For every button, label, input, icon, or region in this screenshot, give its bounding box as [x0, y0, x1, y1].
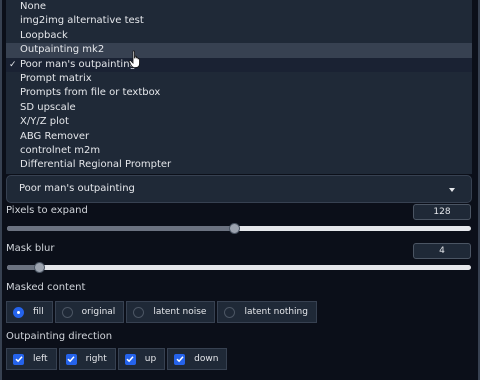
dropdown-item-poor-mans-outpainting[interactable]: ✓ Poor man's outpainting — [6, 57, 472, 72]
dropdown-item-none[interactable]: None — [6, 0, 472, 14]
checkmark-icon — [67, 356, 75, 363]
slider-thumb[interactable] — [229, 223, 240, 234]
dropdown-item-abg-remover[interactable]: ABG Remover — [6, 130, 472, 144]
checkbox-checked-icon[interactable] — [13, 353, 24, 365]
dropdown-item-controlnet-m2m[interactable]: controlnet m2m — [6, 144, 472, 158]
radio-latent-noise[interactable]: latent noise — [126, 301, 216, 323]
checkmark-icon — [126, 356, 134, 363]
radio-label: original — [81, 307, 116, 317]
slider-thumb[interactable] — [34, 262, 45, 273]
dropdown-item-sd-upscale[interactable]: SD upscale — [6, 101, 472, 115]
checkbox-label: right — [85, 354, 107, 364]
checkbox-label: down — [194, 354, 219, 364]
radio-selected-icon[interactable] — [13, 306, 24, 318]
dropdown-item-label: Loopback — [20, 29, 68, 41]
script-dropdown-list: None img2img alternative test Loopback O… — [6, 0, 472, 174]
mask-blur-label: Mask blur — [6, 243, 55, 254]
pixels-to-expand-input[interactable]: 128 — [413, 204, 471, 220]
dropdown-item-label: ABG Remover — [20, 130, 90, 142]
mask-blur-input[interactable]: 4 — [413, 243, 471, 259]
dropdown-item-label: controlnet m2m — [20, 144, 101, 156]
radio-label: fill — [33, 307, 44, 317]
outpainting-direction-checkbox-group: left right up down — [6, 348, 229, 370]
dropdown-item-label: img2img alternative test — [20, 15, 144, 27]
dropdown-item-label: SD upscale — [20, 101, 76, 113]
mask-blur-slider[interactable] — [7, 262, 471, 273]
dropdown-item-outpainting-mk2[interactable]: Outpainting mk2 — [6, 43, 472, 58]
script-select[interactable]: Poor man's outpainting — [6, 175, 472, 203]
checkmark-icon: ✓ — [9, 59, 17, 70]
dropdown-item-prompt-matrix[interactable]: Prompt matrix — [6, 72, 472, 86]
radio-unselected-icon[interactable] — [133, 306, 145, 318]
dropdown-item-label: Prompts from file or textbox — [20, 87, 161, 99]
hand-pointer-icon — [128, 50, 140, 68]
radio-latent-nothing[interactable]: latent nothing — [217, 301, 317, 323]
dropdown-item-differential-regional-prompter[interactable]: Differential Regional Prompter — [6, 158, 472, 172]
pixels-to-expand-slider[interactable] — [7, 223, 471, 234]
checkbox-checked-icon[interactable] — [65, 353, 77, 365]
dropdown-item-xyz-plot[interactable]: X/Y/Z plot — [6, 115, 472, 129]
radio-unselected-icon[interactable] — [224, 306, 236, 318]
left-border — [0, 0, 2, 380]
radio-original[interactable]: original — [54, 301, 125, 323]
checkbox-down[interactable]: down — [167, 348, 228, 370]
dropdown-item-label: Outpainting mk2 — [20, 44, 105, 56]
masked-content-label: Masked content — [6, 282, 86, 293]
checkbox-label: up — [144, 354, 157, 364]
dropdown-item-label: X/Y/Z plot — [20, 116, 69, 128]
dropdown-item-loopback[interactable]: Loopback — [6, 29, 472, 43]
checkbox-up[interactable]: up — [117, 348, 166, 370]
slider-fill — [7, 226, 234, 231]
dropdown-item-label: None — [20, 1, 47, 12]
checkbox-checked-icon[interactable] — [174, 353, 186, 365]
radio-label: latent nothing — [244, 307, 308, 317]
chevron-down-icon[interactable] — [449, 188, 455, 192]
dropdown-item-img2img-alternative-test[interactable]: img2img alternative test — [6, 14, 472, 28]
masked-content-radio-group: fill original latent noise latent nothin… — [6, 301, 319, 323]
dropdown-item-prompts-from-file[interactable]: Prompts from file or textbox — [6, 86, 472, 100]
dropdown-item-label: Poor man's outpainting — [20, 58, 136, 70]
outpainting-direction-label: Outpainting direction — [6, 331, 113, 342]
radio-label: latent noise — [153, 307, 207, 317]
checkmark-icon — [14, 356, 23, 363]
dropdown-item-label: Prompt matrix — [20, 72, 92, 84]
dropdown-item-label: Differential Regional Prompter — [20, 159, 172, 171]
checkbox-right[interactable]: right — [58, 348, 116, 370]
radio-unselected-icon[interactable] — [61, 306, 73, 318]
radio-fill[interactable]: fill — [6, 301, 53, 323]
pixels-to-expand-label: Pixels to expand — [6, 205, 88, 216]
checkbox-label: left — [33, 354, 48, 364]
script-select-value: Poor man's outpainting — [19, 183, 135, 194]
checkbox-checked-icon[interactable] — [124, 353, 136, 365]
checkmark-icon — [176, 356, 184, 363]
checkbox-left[interactable]: left — [6, 348, 57, 370]
